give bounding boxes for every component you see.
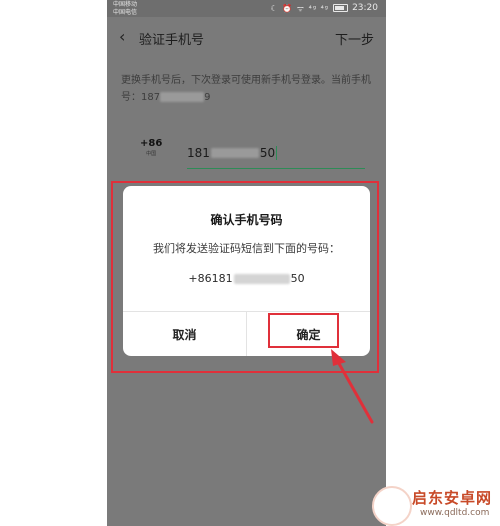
arrow-head <box>331 349 346 366</box>
watermark: 启东安卓网 www.qdltd.com <box>370 482 500 526</box>
watermark-brand: 启东安卓网 <box>412 489 493 507</box>
watermark-logo-icon <box>372 486 412 526</box>
watermark-url: www.qdltd.com <box>420 508 490 518</box>
arrow-shaft <box>335 358 374 424</box>
annotation-arrow <box>331 349 374 424</box>
